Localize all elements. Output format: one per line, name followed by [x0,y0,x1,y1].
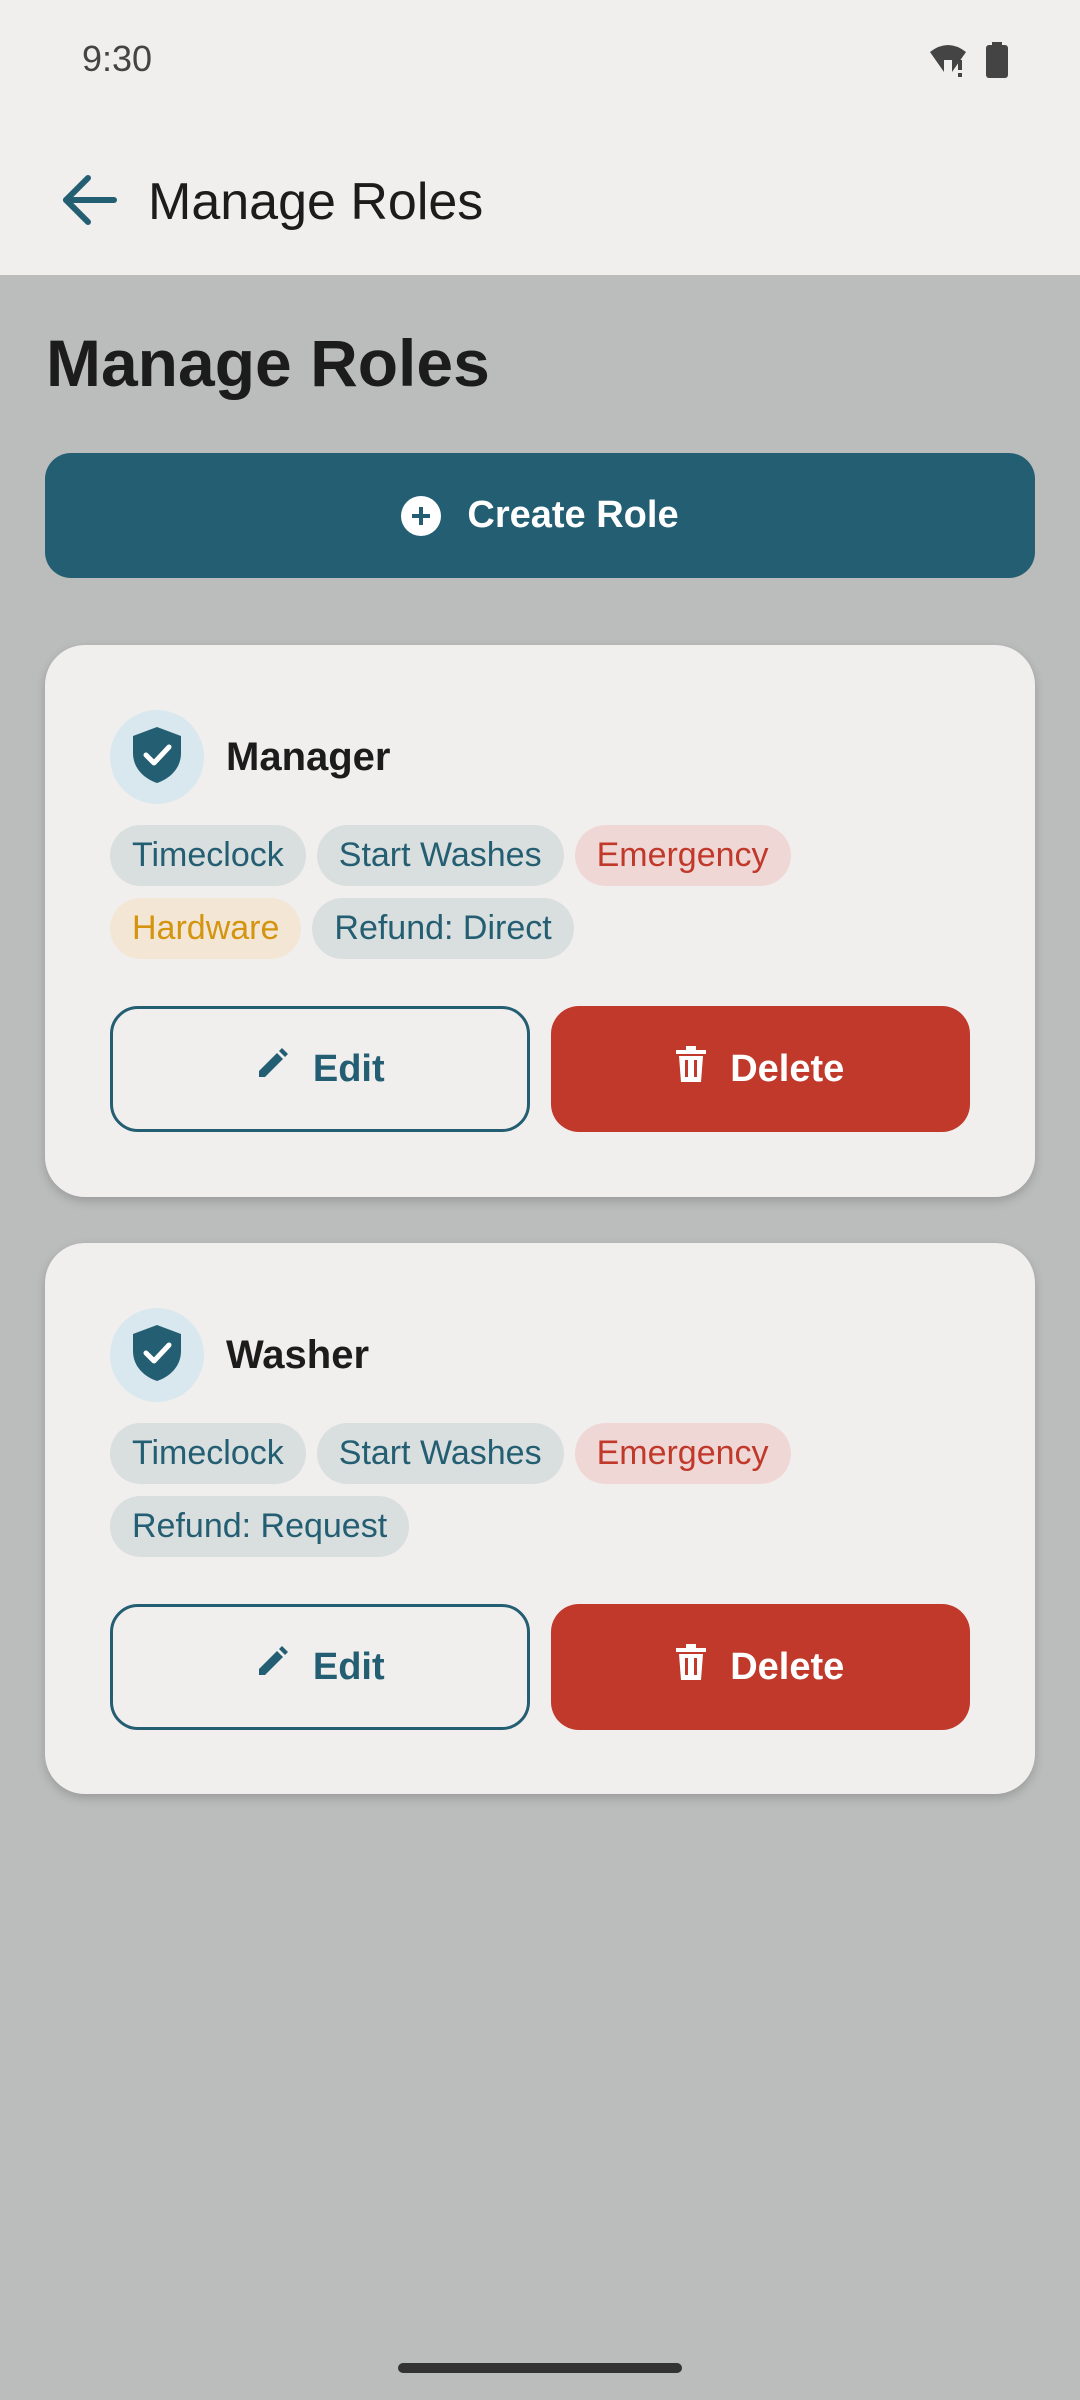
status-icons [928,42,1008,83]
permission-chip: Emergency [574,1423,791,1484]
create-role-button[interactable]: Create Role [45,453,1035,578]
shield-check-icon [129,725,185,790]
edit-button[interactable]: Edit [110,1006,530,1132]
delete-button[interactable]: Delete [550,1006,970,1132]
role-avatar [110,1308,204,1402]
card-actions: Edit Delete [110,1006,970,1132]
edit-label: Edit [312,1645,385,1688]
app-bar-title: Manage Roles [148,173,484,231]
trash-icon [676,1644,707,1690]
pencil-icon [255,1645,289,1689]
page-title: Manage Roles [46,326,490,400]
card-actions: Edit Delete [110,1604,970,1730]
gesture-nav-handle[interactable] [398,2363,682,2373]
add-circle-icon [401,495,442,536]
permission-chip: Hardware [110,898,302,959]
edit-button[interactable]: Edit [110,1604,530,1730]
app-bar: Manage Roles [0,122,1080,275]
permission-chip: Refund: Request [110,1496,410,1557]
permission-chip: Timeclock [110,825,306,886]
role-name: Washer [226,1332,370,1377]
permission-chip: Refund: Direct [312,898,574,959]
permission-chip: Timeclock [110,1423,306,1484]
back-button[interactable] [50,162,130,242]
permission-chip: Start Washes [316,1423,564,1484]
role-avatar [110,710,204,804]
arrow-back-icon [60,174,120,231]
battery-icon [986,42,1008,83]
shield-check-icon [129,1323,185,1388]
wifi-alert-icon [928,42,968,83]
role-card-washer: Washer Timeclock Start Washes Emergency … [45,1243,1035,1794]
role-header: Manager [110,710,391,804]
delete-label: Delete [730,1645,845,1688]
permission-chips: Timeclock Start Washes Emergency Hardwar… [110,825,970,959]
trash-icon [676,1046,707,1092]
delete-label: Delete [730,1047,845,1090]
role-header: Washer [110,1308,369,1402]
delete-button[interactable]: Delete [550,1604,970,1730]
permission-chips: Timeclock Start Washes Emergency Refund:… [110,1423,970,1557]
edit-label: Edit [312,1047,385,1090]
permission-chip: Emergency [574,825,791,886]
status-time: 9:30 [82,38,153,79]
pencil-icon [255,1047,289,1091]
create-role-label: Create Role [467,494,679,536]
role-card-manager: Manager Timeclock Start Washes Emergency… [45,645,1035,1197]
role-name: Manager [226,734,391,779]
status-bar: 9:30 [0,0,1080,122]
permission-chip: Start Washes [316,825,564,886]
